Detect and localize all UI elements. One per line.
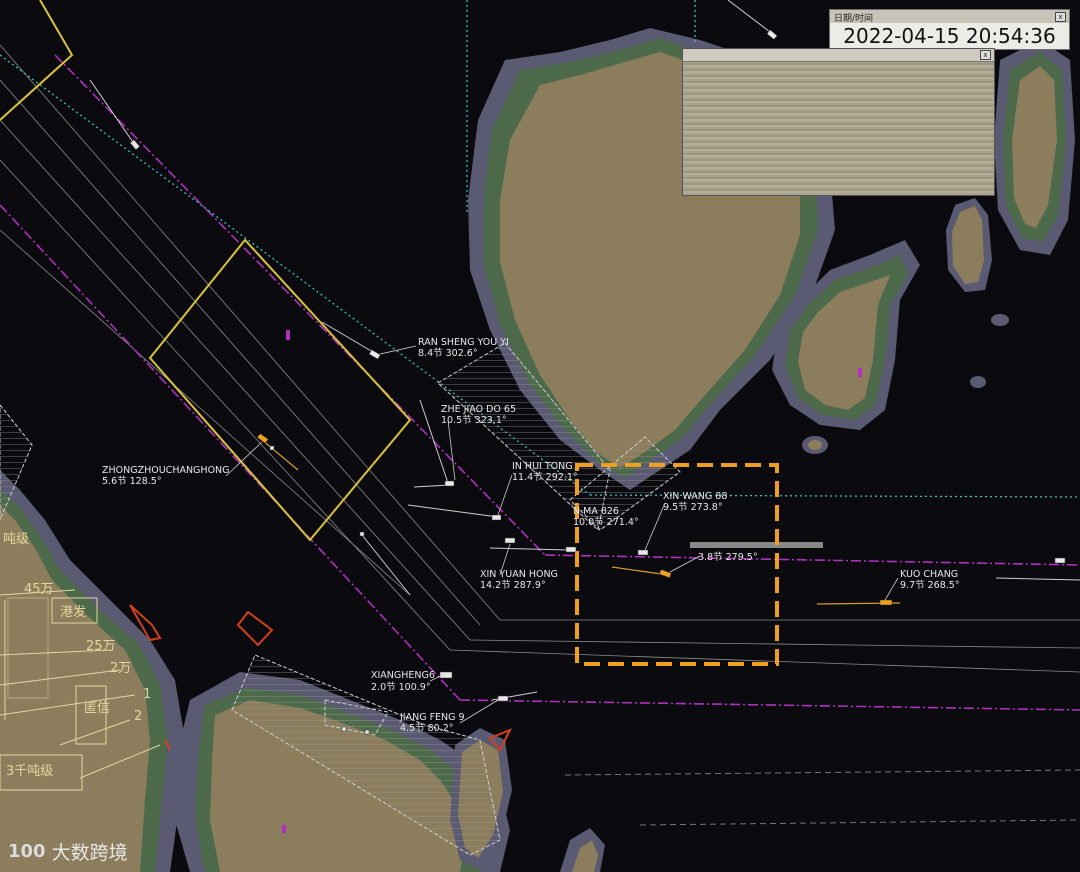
vessel-info-zzch: 5.6节 128.5° <box>102 476 162 487</box>
vessel-name-jf: JIANG FENG 9 <box>399 712 465 723</box>
vessel-info-xyh: 14.2节 287.9° <box>480 580 546 591</box>
watermark-logo: 100 <box>8 841 46 862</box>
vessel-name-inhui: IN HUI TONG <box>512 461 573 472</box>
vessel-name-nma: N MA 826 <box>573 506 619 517</box>
datetime-value: 2022-04-15 20:54:36 <box>830 23 1069 49</box>
label-2: 2 <box>134 709 142 724</box>
close-icon[interactable]: x <box>1055 12 1066 22</box>
vessel-info-inhui: 11.4节 292.1° <box>512 472 578 483</box>
datetime-panel: 日期/时间 x 2022-04-15 20:54:36 <box>829 9 1070 50</box>
vessel-info-ran: 8.4节 302.6° <box>418 348 478 359</box>
label-25w: 25万 <box>86 639 116 654</box>
watermark-text: 大数跨境 <box>51 842 128 864</box>
label-ganghu: 港发 <box>60 604 86 620</box>
close-icon[interactable]: x <box>980 50 991 60</box>
label-dunji: 吨级 <box>3 532 29 547</box>
vessel-info-zhe: 10.5节 323.1° <box>441 415 507 426</box>
label-2w: 2万 <box>110 661 131 676</box>
watermark: 100 大数跨境 <box>8 838 128 865</box>
vessel-info-jf: 4.5节 80.2° <box>400 723 454 734</box>
vessel-name-kuo: KUO CHANG <box>900 569 958 580</box>
vessel-name-xh: XIANGHENG6 <box>371 670 435 681</box>
vessel-name-ran: RAN SHENG YOU YI <box>418 337 509 348</box>
label-jinxin: 匿信 <box>84 701 110 716</box>
vessel-name-zhe: ZHE JIAO DO 65 <box>441 404 516 415</box>
vessel-info-kuo: 9.7节 268.5° <box>900 580 960 591</box>
vessel-name-zzch: ZHONGZHOUCHANGHONG <box>102 465 230 476</box>
label-1: 1 <box>143 687 151 702</box>
vessel-info-unk: 3.8节 279.5° <box>698 552 758 563</box>
vessel-name-xinwang: XIN WANG 88 <box>663 491 727 502</box>
vessel-info-xh: 2.0节 100.9° <box>371 682 431 693</box>
label-45w: 45万 <box>24 582 54 597</box>
info-panel-titlebar[interactable]: x <box>683 49 994 62</box>
vessel-name-xyh: XIN YUAN HONG <box>480 569 558 580</box>
info-panel: x <box>682 48 995 196</box>
label-3q: 3千吨级 <box>6 764 53 779</box>
vessel-info-xinwang: 9.5节 273.8° <box>663 502 723 513</box>
vessel-info-nma: 10.0节 271.4° <box>573 517 639 528</box>
